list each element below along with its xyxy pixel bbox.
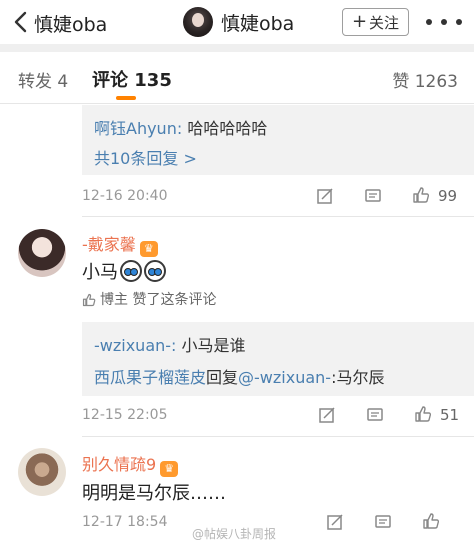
liked-by-author: 博主 赞了这条评论 — [82, 289, 216, 309]
more-dot — [426, 19, 432, 25]
avatar[interactable] — [18, 448, 66, 496]
like-thumb-icon[interactable] — [414, 405, 432, 423]
like-thumb-icon[interactable] — [412, 186, 430, 204]
reply-text: 小马是谁 — [176, 336, 246, 355]
liked-by-label: 博主 赞了这条评论 — [100, 292, 217, 308]
reply-author[interactable]: 西瓜果子榴莲皮 — [94, 368, 206, 387]
divider — [82, 216, 474, 217]
comment-time: 12-15 22:05 — [82, 407, 168, 423]
watermark: @帖娱八卦周报 — [192, 527, 277, 541]
follow-label: 关注 — [369, 13, 400, 32]
like-thumb-icon[interactable] — [422, 512, 440, 530]
tab-bar: 转发 4 评论 135 赞 1263 — [0, 52, 474, 104]
reply-line: 西瓜果子榴莲皮回复@-wzixuan-:马尔辰 — [94, 364, 384, 388]
comment-time: 12-17 18:54 — [82, 514, 168, 530]
comment-author[interactable]: 别久情疏9 ♛ — [82, 451, 179, 477]
like-thumb-icon — [82, 293, 96, 307]
comment-author-name[interactable]: -戴家馨 — [82, 235, 136, 254]
vip-badge-icon: ♛ — [139, 241, 158, 257]
nav-user[interactable]: 慎婕oba — [183, 4, 294, 40]
reply-preview-box[interactable]: 啊钰Ahyun: 哈哈哈哈哈 共10条回复 > — [82, 105, 474, 175]
mention-link[interactable]: @-wzixuan- — [238, 368, 331, 387]
follow-button[interactable]: + 关注 — [342, 8, 409, 36]
comment-time: 12-16 20:40 — [82, 188, 168, 204]
reply-text: :马尔辰 — [331, 368, 385, 387]
vip-badge-icon: ♛ — [160, 461, 179, 477]
more-replies-link[interactable]: 共10条回复 > — [94, 145, 197, 169]
emoji-icon — [144, 260, 166, 282]
reply-line: -wzixuan-: 小马是谁 — [94, 332, 246, 356]
comment-text: 明明是马尔辰…… — [82, 483, 226, 504]
tab-comments[interactable]: 评论 135 — [92, 66, 172, 92]
reply-author[interactable]: -wzixuan-: — [94, 336, 176, 355]
more-dot — [441, 19, 447, 25]
back-arrow-icon[interactable] — [10, 9, 32, 35]
plus-icon: + — [351, 11, 368, 32]
active-tab-indicator — [116, 96, 136, 100]
comment-text: 小马 — [82, 258, 166, 284]
comment-text-body: 小马 — [82, 262, 118, 283]
top-nav-bar: 慎婕oba 慎婕oba + 关注 — [0, 0, 474, 44]
section-gap — [0, 44, 474, 52]
reply-text: 哈哈哈哈哈 — [182, 119, 268, 138]
comment-icon[interactable] — [364, 187, 382, 205]
comment-icon[interactable] — [374, 513, 392, 531]
tab-likes[interactable]: 赞 1263 — [392, 67, 458, 92]
divider — [82, 436, 474, 437]
more-dot — [456, 19, 462, 25]
share-icon[interactable] — [318, 406, 336, 424]
nav-user-name[interactable]: 慎婕oba — [221, 9, 294, 36]
reply-line: 啊钰Ahyun: 哈哈哈哈哈 — [94, 115, 267, 139]
tab-reposts[interactable]: 转发 4 — [18, 67, 68, 92]
like-count: 51 — [440, 406, 460, 424]
emoji-icon — [120, 260, 142, 282]
nav-avatar[interactable] — [183, 7, 213, 37]
back-title[interactable]: 慎婕oba — [34, 10, 107, 37]
reply-preview-box[interactable]: -wzixuan-: 小马是谁 西瓜果子榴莲皮回复@-wzixuan-:马尔辰 — [82, 322, 474, 396]
comment-icon[interactable] — [366, 406, 384, 424]
avatar[interactable] — [18, 229, 66, 277]
like-count: 99 — [438, 187, 458, 205]
more-options-icon[interactable] — [426, 14, 462, 30]
share-icon[interactable] — [316, 187, 334, 205]
share-icon[interactable] — [326, 513, 344, 531]
reply-verb: 回复 — [206, 368, 239, 387]
comment-author-name[interactable]: 别久情疏9 — [82, 455, 156, 474]
comment-author[interactable]: -戴家馨 ♛ — [82, 231, 158, 257]
reply-author[interactable]: 啊钰Ahyun: — [94, 119, 182, 138]
